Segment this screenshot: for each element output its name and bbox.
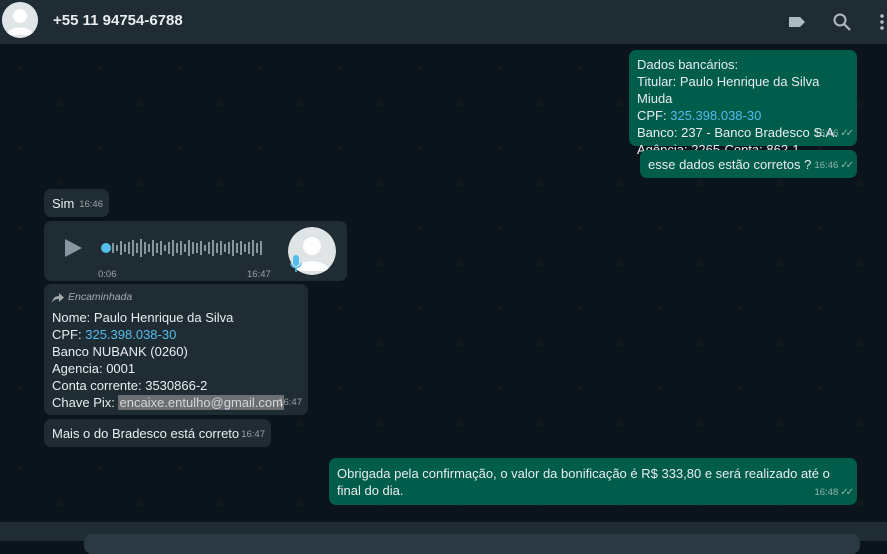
cpf-link[interactable]: 325.398.038-30 — [670, 108, 761, 123]
message-time: 16:47 — [247, 269, 271, 280]
message-text-line: CPF: 325.398.038-30 — [52, 326, 300, 343]
voice-message[interactable]: 0:06 16:47 — [44, 221, 347, 281]
message-incoming[interactable]: Sim 16:46 — [44, 189, 109, 217]
contact-name[interactable]: +55 11 94754-6788 — [53, 12, 183, 29]
message-incoming[interactable]: Mais o do Bradesco está correto 16:47 — [44, 419, 271, 447]
message-time: 16:46 ✓✓ — [814, 125, 854, 142]
waveform[interactable] — [100, 237, 270, 259]
double-check-icon: ✓✓ — [840, 487, 854, 498]
cpf-label: CPF: — [637, 108, 671, 123]
message-text-line: Titular: Paulo Henrique da Silva Miuda — [637, 74, 820, 106]
composer-bar — [0, 522, 887, 554]
message-time: 16:46 ✓✓ — [814, 157, 854, 174]
message-text-line: Nome: Paulo Henrique da Silva — [52, 310, 234, 325]
default-avatar-icon — [2, 2, 38, 38]
microphone-icon — [290, 255, 302, 272]
forward-arrow-icon — [52, 292, 64, 303]
message-time: 16:48 ✓✓ — [814, 484, 854, 501]
message-text-line: Conta corrente: 3530866-2 — [52, 378, 208, 393]
cpf-link[interactable]: 325.398.038-30 — [85, 327, 176, 342]
label-icon[interactable] — [787, 12, 807, 32]
message-text-line: CPF: 325.398.038-30 — [637, 107, 849, 124]
voice-duration: 0:06 — [98, 269, 117, 280]
avatar[interactable] — [2, 2, 38, 38]
chat-header: +55 11 94754-6788 — [0, 0, 887, 44]
message-outgoing[interactable]: Dados bancários: Titular: Paulo Henrique… — [629, 50, 857, 157]
forwarded-label: Encaminhada — [52, 289, 300, 306]
message-text-line: Obrigada pela confirmação, o valor da bo… — [337, 466, 830, 481]
message-text-line: final do dia. — [337, 483, 404, 498]
pix-label: Chave Pix: — [52, 395, 119, 410]
message-text-line: Dados bancários: — [637, 57, 739, 72]
double-check-icon: ✓✓ — [840, 160, 854, 171]
search-icon[interactable] — [832, 12, 852, 32]
message-incoming-forwarded[interactable]: Encaminhada Nome: Paulo Henrique da Silv… — [44, 284, 308, 415]
pix-email-link[interactable]: encaixe.entulho@gmail.com — [118, 395, 284, 410]
message-text-line: Chave Pix: encaixe.entulho@gmail.com — [52, 394, 300, 411]
message-list[interactable]: Dados bancários: Titular: Paulo Henrique… — [0, 48, 887, 522]
menu-icon[interactable] — [872, 12, 887, 32]
message-input[interactable] — [84, 534, 860, 554]
message-outgoing[interactable]: esse dados estão corretos ? 16:46 ✓✓ — [640, 150, 857, 178]
message-time: 16:47 — [241, 429, 265, 440]
message-text: Mais o do Bradesco está correto — [52, 426, 240, 441]
message-outgoing[interactable]: Obrigada pela confirmação, o valor da bo… — [329, 458, 857, 505]
play-icon[interactable] — [62, 237, 84, 259]
cpf-label: CPF: — [52, 327, 86, 342]
message-time: 16:47 — [278, 397, 302, 408]
double-check-icon: ✓✓ — [840, 128, 854, 139]
message-text-line: Agencia: 0001 — [52, 361, 136, 376]
message-text-line: Banco NUBANK (0260) — [52, 344, 188, 359]
message-time: 16:46 — [79, 199, 103, 210]
